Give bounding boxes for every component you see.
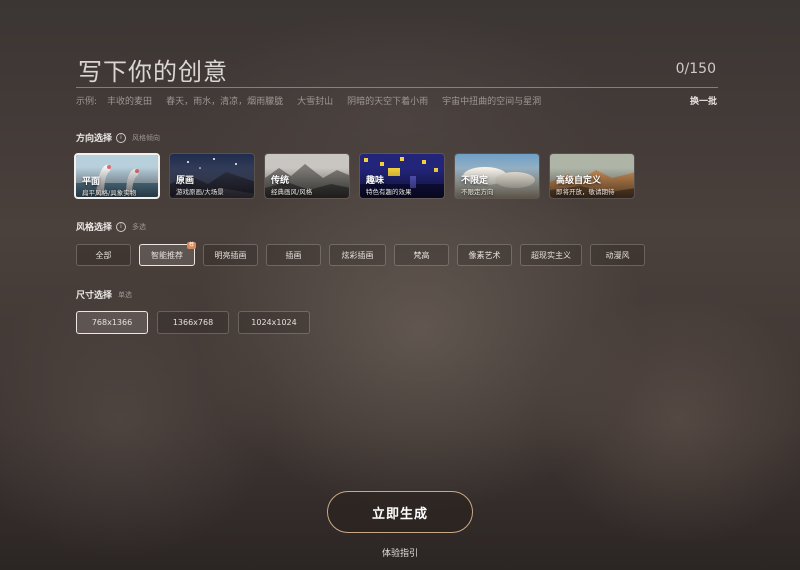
size-hint: 单选 bbox=[118, 290, 133, 299]
style-chip-all[interactable]: 全部 bbox=[76, 244, 131, 266]
generate-button[interactable]: 立即生成 bbox=[327, 491, 473, 533]
prompt-title[interactable]: 写下你的创意 bbox=[78, 52, 228, 87]
direction-card-desc: 游戏原画/大场景 bbox=[176, 188, 224, 196]
size-section-label: 尺寸选择 单选 bbox=[76, 288, 133, 302]
size-label: 尺寸选择 bbox=[76, 291, 113, 301]
direction-card-desc: 不限定方向 bbox=[461, 188, 494, 196]
example-item[interactable]: 丰收的麦田 bbox=[107, 94, 152, 107]
direction-label: 方向选择 bbox=[76, 134, 113, 144]
direction-card-name: 高级自定义 bbox=[556, 176, 602, 186]
chip-label: 全部 bbox=[95, 250, 112, 260]
style-chip-colorful-illustration[interactable]: 炫彩插画 bbox=[329, 244, 386, 266]
example-item[interactable]: 阴暗的天空下着小雨 bbox=[347, 94, 428, 107]
direction-card-name: 传统 bbox=[271, 176, 290, 186]
direction-card-desc: 经典画风/风格 bbox=[271, 188, 313, 196]
chip-label: 动漫风 bbox=[605, 250, 630, 260]
style-chip-anime[interactable]: 动漫风 bbox=[590, 244, 645, 266]
style-chip-van-gogh[interactable]: 梵高 bbox=[394, 244, 449, 266]
direction-card-traditional[interactable]: 传统 经典画风/风格 bbox=[264, 153, 350, 199]
direction-card-advanced-custom[interactable]: 高级自定义 即将开放，敬请期待 bbox=[549, 153, 635, 199]
style-section-label: 风格选择 i 多选 bbox=[76, 220, 146, 233]
examples-label: 示例: bbox=[76, 97, 98, 107]
style-label: 风格选择 bbox=[76, 223, 113, 233]
direction-card-concept-art[interactable]: 原画 游戏原画/大场景 bbox=[169, 153, 255, 199]
size-options: 768x1366 1366x768 1024x1024 bbox=[76, 311, 310, 334]
chip-label: 炫彩插画 bbox=[341, 250, 374, 260]
direction-card-desc: 特色有趣的效果 bbox=[366, 188, 412, 196]
size-option-768x1366[interactable]: 768x1366 bbox=[76, 311, 148, 334]
direction-cards: 平面 扁平风格/具象实物 原画 游戏原画/大场景 传统 经典画风/风格 趣味 特… bbox=[74, 153, 635, 199]
chip-label: 明亮插画 bbox=[214, 250, 247, 260]
chip-label: 智能推荐 bbox=[151, 250, 183, 260]
guide-link[interactable]: 体验指引 bbox=[0, 546, 800, 559]
direction-card-name: 不限定 bbox=[461, 176, 489, 186]
refresh-examples-button[interactable]: 换一批 bbox=[690, 94, 717, 107]
style-chip-bright-illustration[interactable]: 明亮插画 bbox=[203, 244, 258, 266]
direction-card-unrestricted[interactable]: 不限定 不限定方向 bbox=[454, 153, 540, 199]
chip-label: 插画 bbox=[285, 250, 302, 260]
direction-card-name: 趣味 bbox=[366, 176, 385, 186]
style-chip-pixel-art[interactable]: 像素艺术 bbox=[457, 244, 512, 266]
char-counter: 0/150 bbox=[675, 61, 716, 77]
example-item[interactable]: 宇宙中扭曲的空间与星洞 bbox=[442, 94, 541, 107]
style-chip-illustration[interactable]: 插画 bbox=[266, 244, 321, 266]
size-option-1024x1024[interactable]: 1024x1024 bbox=[238, 311, 310, 334]
title-underline bbox=[76, 87, 718, 88]
recommend-badge: 荐 bbox=[187, 242, 196, 249]
direction-card-desc: 扁平风格/具象实物 bbox=[82, 189, 137, 197]
direction-card-name: 平面 bbox=[82, 177, 101, 187]
chip-label: 梵高 bbox=[413, 250, 430, 260]
chip-label: 超现实主义 bbox=[531, 250, 571, 260]
examples-row: 示例: 丰收的麦田 春天，雨水，清凉，烟雨朦胧 大雪封山 阴暗的天空下着小雨 宇… bbox=[76, 94, 555, 107]
direction-card-flat[interactable]: 平面 扁平风格/具象实物 bbox=[74, 153, 160, 199]
size-label-text: 768x1366 bbox=[91, 318, 133, 327]
direction-card-fun[interactable]: 趣味 特色有趣的效果 bbox=[359, 153, 445, 199]
style-chips: 全部 智能推荐荐 明亮插画 插画 炫彩插画 梵高 像素艺术 超现实主义 动漫风 bbox=[76, 242, 645, 266]
direction-card-name: 原画 bbox=[176, 176, 195, 186]
example-item[interactable]: 春天，雨水，清凉，烟雨朦胧 bbox=[166, 94, 283, 107]
direction-card-desc: 即将开放，敬请期待 bbox=[556, 188, 615, 196]
size-option-1366x768[interactable]: 1366x768 bbox=[157, 311, 229, 334]
direction-section-label: 方向选择 i 风格倾向 bbox=[76, 131, 160, 144]
direction-hint: 风格倾向 bbox=[132, 133, 161, 142]
style-chip-surrealism[interactable]: 超现实主义 bbox=[520, 244, 582, 266]
style-hint: 多选 bbox=[132, 222, 147, 231]
info-icon[interactable]: i bbox=[116, 221, 127, 232]
chip-label: 像素艺术 bbox=[468, 250, 501, 260]
style-chip-smart[interactable]: 智能推荐荐 bbox=[139, 242, 196, 266]
example-item[interactable]: 大雪封山 bbox=[297, 94, 333, 107]
info-icon[interactable]: i bbox=[116, 132, 127, 143]
size-label-text: 1366x768 bbox=[172, 318, 214, 327]
size-label-text: 1024x1024 bbox=[251, 318, 297, 327]
